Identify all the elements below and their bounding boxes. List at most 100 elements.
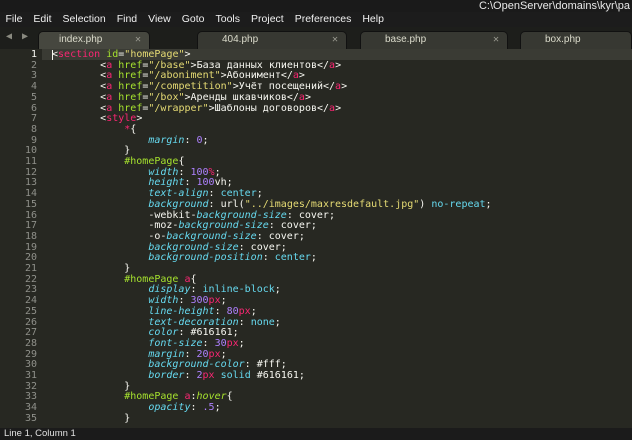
code-token: ; bbox=[274, 316, 281, 328]
code-token: : bbox=[178, 295, 191, 307]
tab-bar: ◀ ▶ index.php ✕ 404.php ✕ base.php ✕ box… bbox=[0, 27, 632, 49]
code-token: ; bbox=[250, 305, 257, 317]
code-token: ; bbox=[226, 177, 233, 189]
menu-help[interactable]: Help bbox=[357, 12, 390, 27]
code-token: -webkit- bbox=[148, 209, 197, 221]
code-token: px bbox=[208, 295, 221, 307]
code-token: : bbox=[244, 359, 257, 371]
close-icon[interactable]: ✕ bbox=[332, 34, 338, 45]
code-token: #homePage bbox=[124, 391, 179, 403]
arrow-left-icon[interactable]: ◀ bbox=[6, 31, 12, 42]
tab-label: 404.php bbox=[222, 34, 259, 45]
code-token: : bbox=[208, 198, 221, 210]
code-token: ; bbox=[298, 370, 305, 381]
code-token: >Аренды шкавчиков</ bbox=[184, 91, 299, 103]
title-bar: C:\OpenServer\domains\kyr\pa bbox=[0, 0, 632, 12]
code-token: -moz- bbox=[148, 220, 179, 232]
code-token: .5 bbox=[202, 402, 215, 414]
line-number: 25 bbox=[24, 305, 37, 317]
menu-goto[interactable]: Goto bbox=[176, 12, 210, 27]
menu-edit[interactable]: Edit bbox=[28, 12, 57, 27]
tab-404-php[interactable]: 404.php ✕ bbox=[197, 31, 347, 49]
code-token: center bbox=[220, 188, 257, 200]
code-token: background-size bbox=[196, 209, 287, 221]
menu-tools[interactable]: Tools bbox=[210, 12, 246, 27]
code-token: 100 bbox=[196, 177, 215, 189]
code-token: : bbox=[184, 177, 197, 189]
code-token: "/competition" bbox=[148, 81, 233, 93]
code-token: } bbox=[124, 412, 131, 424]
code-token: px bbox=[226, 337, 239, 349]
code-token: ; bbox=[232, 327, 239, 339]
code-token: : bbox=[202, 337, 215, 349]
code-token: ; bbox=[202, 134, 209, 146]
code-token: : bbox=[184, 134, 197, 146]
code-token: "/aboniment" bbox=[148, 70, 221, 82]
status-text: Line 1, Column 1 bbox=[4, 428, 76, 439]
code-token: hover bbox=[196, 391, 227, 403]
code-token: 100 bbox=[190, 166, 209, 178]
tab-box-php[interactable]: box.php bbox=[520, 31, 632, 49]
code-editor[interactable]: <section id="homePage"> <a href="/base">… bbox=[42, 49, 632, 428]
code-token: { bbox=[178, 156, 185, 167]
tab-label: box.php bbox=[545, 34, 581, 45]
menu-find[interactable]: Find bbox=[111, 12, 142, 27]
code-token: ; bbox=[214, 166, 221, 178]
menu-selection[interactable]: Selection bbox=[57, 12, 111, 27]
code-token: > bbox=[341, 81, 348, 93]
menu-file[interactable]: File bbox=[0, 12, 28, 27]
code-token: ; bbox=[220, 295, 227, 307]
menu-project[interactable]: Project bbox=[246, 12, 290, 27]
line-number: 35 bbox=[24, 412, 37, 424]
code-token: 80 bbox=[226, 305, 239, 317]
code-token: ; bbox=[274, 284, 281, 296]
code-token: font-size bbox=[148, 337, 203, 349]
code-token: inline-block bbox=[202, 284, 275, 296]
code-token: -o- bbox=[148, 230, 167, 242]
close-icon[interactable]: ✕ bbox=[493, 34, 499, 45]
code-token: ; bbox=[280, 359, 287, 371]
code-token: : bbox=[238, 316, 251, 328]
line-number: 8 bbox=[30, 123, 37, 135]
tab-label: index.php bbox=[59, 34, 103, 45]
code-token: height bbox=[148, 177, 185, 189]
code-token: px bbox=[208, 348, 221, 360]
code-token: "/box" bbox=[148, 91, 185, 103]
code-token: 20 bbox=[196, 348, 209, 360]
code-token: >Шаблоны договоров</ bbox=[208, 102, 330, 114]
tab-index-php[interactable]: index.php ✕ bbox=[38, 31, 150, 49]
menu-view[interactable]: View bbox=[143, 12, 177, 27]
code-token: background bbox=[148, 198, 209, 210]
code-token: : bbox=[190, 402, 203, 414]
code-token: opacity bbox=[148, 402, 191, 414]
tab-base-php[interactable]: base.php ✕ bbox=[360, 31, 508, 49]
code-token: > bbox=[184, 49, 191, 60]
code-line[interactable]: } bbox=[52, 412, 131, 425]
code-token: margin bbox=[148, 348, 185, 360]
code-token: href bbox=[118, 81, 143, 93]
menu-preferences[interactable]: Preferences bbox=[289, 12, 357, 27]
line-number: 18 bbox=[24, 230, 37, 242]
arrow-right-icon[interactable]: ▶ bbox=[22, 31, 28, 42]
code-token: : bbox=[178, 166, 191, 178]
code-token: ; bbox=[238, 337, 245, 349]
code-token: no-repeat bbox=[431, 198, 486, 210]
code-token: : cover; bbox=[286, 209, 335, 221]
close-icon[interactable]: ✕ bbox=[135, 34, 141, 45]
